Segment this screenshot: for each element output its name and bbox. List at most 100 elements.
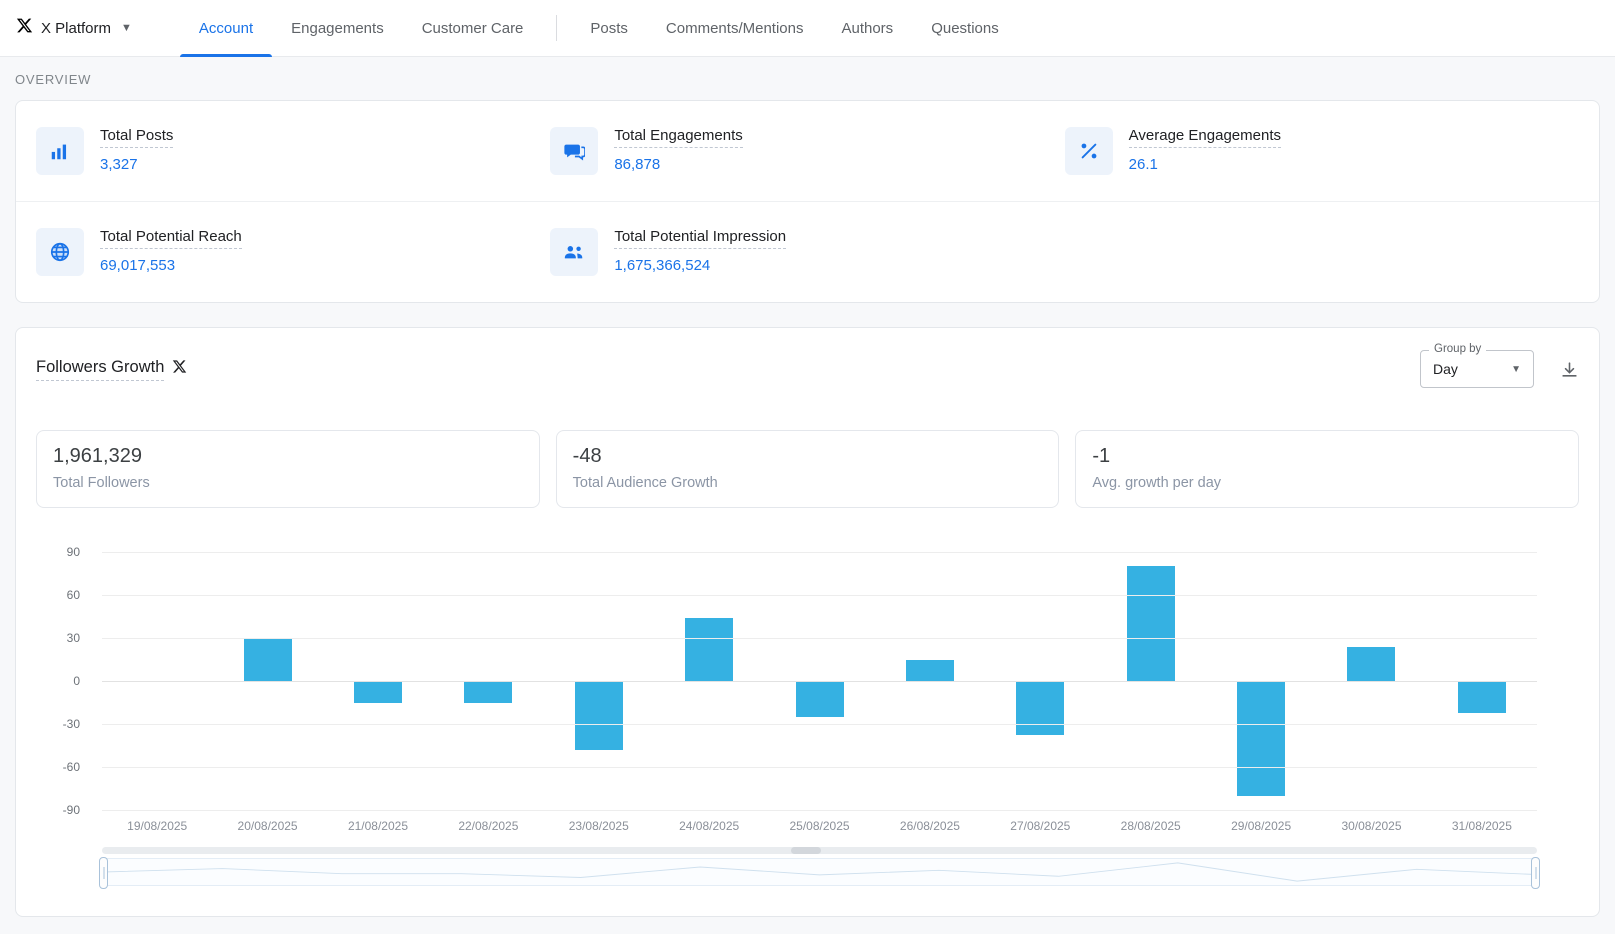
datazoom-slider[interactable] bbox=[99, 857, 1540, 889]
section-label-overview: OVERVIEW bbox=[15, 72, 92, 87]
x-axis-label: 23/08/2025 bbox=[568, 819, 629, 833]
tab-divider bbox=[556, 15, 558, 41]
followers-growth-card: Followers Growth Group by Day ▼ 1,961,32… bbox=[15, 327, 1600, 917]
chart-scrollbar-track bbox=[102, 847, 1537, 854]
group-by-select[interactable]: Group by Day ▼ bbox=[1420, 343, 1534, 388]
chart-bar[interactable] bbox=[1237, 681, 1286, 796]
stat-avg-growth-per-day: -1 Avg. growth per day bbox=[1075, 430, 1579, 508]
y-axis-label: -60 bbox=[62, 760, 80, 774]
metric-value[interactable]: 26.1 bbox=[1129, 156, 1281, 173]
chart-gridline bbox=[102, 638, 1537, 639]
metric-total-potential-reach: Total Potential Reach 69,017,553 bbox=[36, 228, 550, 276]
platform-name: X Platform bbox=[41, 19, 112, 37]
chart-bar[interactable] bbox=[795, 681, 844, 717]
overview-metrics-card: Total Posts 3,327 Total Engagements 86,8… bbox=[15, 100, 1600, 303]
metric-total-posts: Total Posts 3,327 bbox=[36, 127, 550, 175]
metrics-row-2: Total Potential Reach 69,017,553 Total P… bbox=[16, 201, 1599, 302]
x-axis-label: 20/08/2025 bbox=[237, 819, 298, 833]
x-logo-icon-small bbox=[172, 359, 187, 379]
y-axis-label: 30 bbox=[66, 631, 80, 645]
metric-label: Total Potential Impression bbox=[614, 228, 787, 249]
y-axis-label: -30 bbox=[62, 717, 80, 731]
download-icon bbox=[1562, 361, 1577, 377]
metric-label: Average Engagements bbox=[1128, 127, 1281, 148]
x-axis-label: 26/08/2025 bbox=[899, 819, 960, 833]
metric-value[interactable]: 69,017,553 bbox=[100, 257, 242, 274]
chart-x-axis: 19/08/2025 20/08/2025 21/08/2025 22/08/2025… bbox=[102, 819, 1537, 833]
x-axis-label: 21/08/2025 bbox=[347, 819, 408, 833]
percent-icon bbox=[1064, 127, 1113, 175]
metric-label: Total Potential Reach bbox=[100, 228, 242, 249]
x-axis-label: 25/08/2025 bbox=[789, 819, 850, 833]
y-axis-label: 60 bbox=[66, 588, 80, 602]
download-button[interactable] bbox=[1560, 360, 1579, 379]
tab-engagements[interactable]: Engagements bbox=[272, 0, 403, 56]
stat-label: Total Followers bbox=[53, 475, 150, 491]
chart-bar[interactable] bbox=[353, 681, 402, 703]
chart-gridline bbox=[102, 810, 1537, 811]
group-by-label: Group by bbox=[1429, 343, 1487, 355]
followers-stat-row: 1,961,329 Total Followers -48 Total Audi… bbox=[36, 430, 1579, 508]
x-axis-label: 30/08/2025 bbox=[1341, 819, 1402, 833]
metric-label: Total Engagements bbox=[614, 127, 743, 148]
metric-total-potential-impression: Total Potential Impression 1,675,366,524 bbox=[550, 228, 1064, 276]
chart-scrollbar-thumb[interactable] bbox=[790, 847, 821, 854]
followers-growth-title: Followers Growth bbox=[36, 358, 165, 381]
datazoom-preview bbox=[103, 862, 1536, 882]
datazoom-left-handle[interactable] bbox=[99, 857, 108, 889]
stat-label: Total Audience Growth bbox=[572, 475, 718, 491]
tab-questions[interactable]: Questions bbox=[912, 0, 1018, 56]
chart-bar[interactable] bbox=[905, 659, 954, 681]
x-axis-label: 19/08/2025 bbox=[127, 819, 188, 833]
chart-gridline bbox=[102, 724, 1537, 725]
x-axis-label: 22/08/2025 bbox=[458, 819, 519, 833]
tab-posts[interactable]: Posts bbox=[571, 0, 647, 56]
metrics-row-1: Total Posts 3,327 Total Engagements 86,8… bbox=[16, 101, 1599, 201]
stat-value: -48 bbox=[572, 445, 602, 467]
stat-value: -1 bbox=[1092, 445, 1111, 467]
chart-bar[interactable] bbox=[1016, 681, 1065, 736]
datazoom-preview-line bbox=[103, 862, 1536, 882]
bar-chart-icon bbox=[36, 127, 84, 175]
top-nav-bar: X Platform ▼ Account Engagements Custome… bbox=[0, 0, 1615, 57]
chart-bar[interactable] bbox=[464, 681, 513, 703]
chart-bar[interactable] bbox=[1347, 646, 1396, 681]
chart-bar[interactable] bbox=[685, 617, 734, 681]
y-axis-label: -90 bbox=[62, 803, 80, 817]
x-axis-label: 24/08/2025 bbox=[679, 819, 740, 833]
datazoom-right-handle[interactable] bbox=[1531, 857, 1540, 889]
chart-gridline bbox=[102, 681, 1537, 682]
globe-icon bbox=[36, 228, 84, 276]
chart-bar[interactable] bbox=[574, 681, 623, 750]
metric-label: Total Posts bbox=[100, 127, 174, 148]
chart-bar[interactable] bbox=[1457, 681, 1506, 713]
followers-growth-chart: 90 60 30 0 -30 -60 -90 19/08/2025 20/08/2025 21/… bbox=[36, 545, 1579, 889]
tab-comments-mentions[interactable]: Comments/Mentions bbox=[647, 0, 823, 56]
metric-total-engagements: Total Engagements 86,878 bbox=[550, 127, 1064, 175]
chevron-down-icon: ▼ bbox=[121, 22, 132, 34]
chart-gridline bbox=[102, 595, 1537, 596]
metric-value[interactable]: 86,878 bbox=[614, 156, 742, 173]
chevron-down-icon: ▼ bbox=[1511, 363, 1521, 375]
group-by-value: Day bbox=[1433, 361, 1458, 377]
chart-gridline bbox=[102, 767, 1537, 768]
tab-account[interactable]: Account bbox=[179, 0, 273, 57]
chat-bubbles-icon bbox=[550, 127, 599, 175]
tab-authors[interactable]: Authors bbox=[822, 0, 912, 56]
y-axis-label: 0 bbox=[73, 674, 80, 688]
people-icon bbox=[550, 228, 599, 276]
platform-selector[interactable]: X Platform ▼ bbox=[16, 0, 132, 56]
chart-bar[interactable] bbox=[1126, 566, 1175, 681]
chart-bar[interactable] bbox=[243, 638, 292, 681]
stat-total-audience-growth: -48 Total Audience Growth bbox=[555, 430, 1060, 508]
y-axis-label: 90 bbox=[66, 545, 80, 559]
metric-value[interactable]: 3,327 bbox=[100, 156, 173, 173]
stat-value: 1,961,329 bbox=[53, 445, 142, 467]
tab-customer-care[interactable]: Customer Care bbox=[403, 0, 543, 56]
x-axis-label: 28/08/2025 bbox=[1120, 819, 1181, 833]
stat-label: Avg. growth per day bbox=[1092, 475, 1222, 491]
metric-value[interactable]: 1,675,366,524 bbox=[614, 257, 786, 274]
x-axis-label: 27/08/2025 bbox=[1010, 819, 1071, 833]
chart-gridline bbox=[102, 552, 1537, 553]
chart-y-axis: 90 60 30 0 -30 -60 -90 bbox=[36, 545, 90, 817]
